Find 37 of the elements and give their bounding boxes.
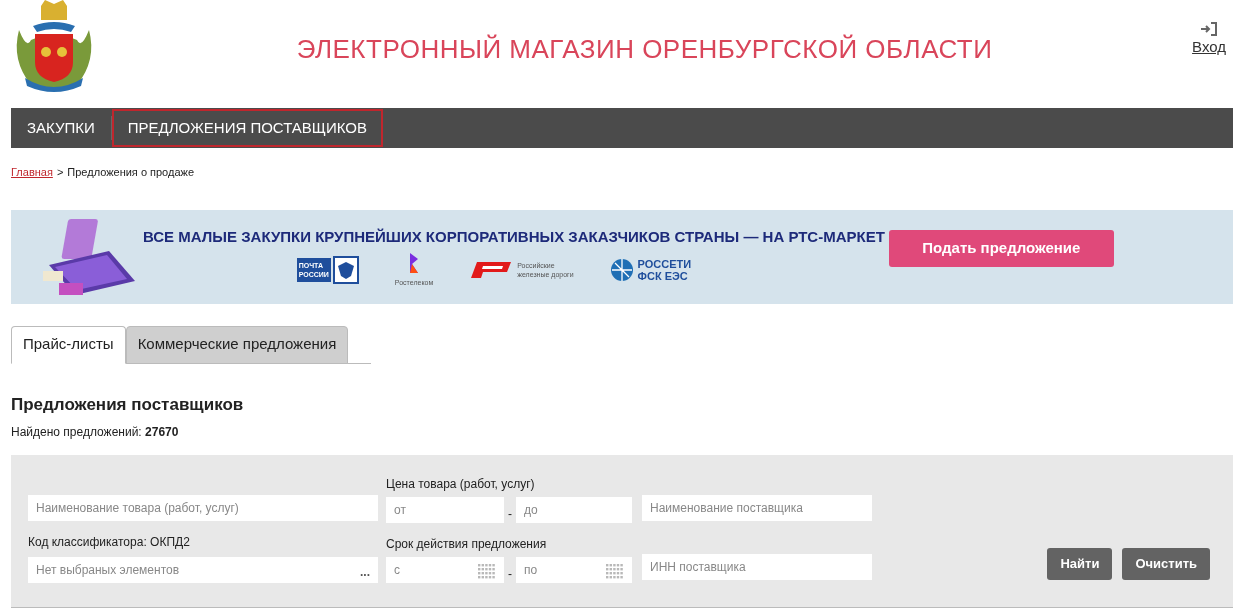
placeholder-text: Нет выбраных элементов [36, 562, 180, 579]
field-label: Код классификатора: ОКПД2 [28, 534, 191, 551]
banner-headline: ВСЕ МАЛЫЕ ЗАКУПКИ КРУПНЕЙШИХ КОРПОРАТИВНЫХ ЗАКАЗЧИКОВ СТРАНЫ — НА РТС-МАРКЕТ [143, 226, 885, 247]
classifier-field[interactable]: Нет выбраных элементов ... [28, 557, 378, 583]
range-dash: - [508, 506, 512, 523]
logo-text: РОССЕТИ ФСК ЕЭС [637, 257, 692, 282]
range-dash: - [508, 566, 512, 583]
search-button[interactable]: Найти [1047, 548, 1113, 580]
tab[interactable]: Прайс-листы [11, 325, 126, 364]
rail-logo-icon [469, 259, 514, 280]
clear-button[interactable]: Очистить [1122, 548, 1210, 580]
nav-tab[interactable]: ПРЕДЛОЖЕНИЯ ПОСТАВЩИКОВ [111, 109, 383, 147]
login-icon [1201, 22, 1218, 36]
tab[interactable]: Коммерческие предложения [125, 325, 349, 364]
calendar-icon[interactable] [606, 564, 624, 580]
breadcrumb-link[interactable]: Главная [11, 164, 53, 181]
input-field[interactable]: с [386, 557, 504, 583]
input-field[interactable]: ИНН поставщика [642, 554, 872, 580]
login-link[interactable]: Вход [1192, 22, 1226, 59]
site-title: ЭЛЕКТРОННЫЙ МАГАЗИН ОРЕНБУРГСКОЙ ОБЛАСТИ [296, 33, 993, 66]
more-button[interactable]: ... [360, 563, 370, 581]
nav-tab[interactable]: ЗАКУПКИ [11, 109, 111, 147]
section-heading: Предложения поставщиков [11, 393, 245, 416]
breadcrumb-current: Предложения о продаже [67, 165, 194, 180]
calendar-icon[interactable] [478, 564, 496, 580]
input-field[interactable]: по [516, 557, 632, 583]
submit-offer-button[interactable]: Подать предложение [888, 230, 1114, 267]
input-field[interactable]: до [516, 497, 632, 523]
input-field[interactable]: Наименование товара (работ, услуг) [28, 495, 378, 521]
field-label: Цена товара (работ, услуг) [386, 476, 536, 493]
input-field[interactable]: Наименование поставщика [642, 495, 872, 521]
input-field[interactable]: от [386, 497, 504, 523]
globe-icon [609, 257, 634, 282]
found-count: Найдено предложений: 27670 [11, 424, 180, 441]
eagle-emblem-icon [332, 255, 359, 284]
breadcrumb-separator: > [56, 165, 64, 180]
field-label: Срок действия предложения [386, 536, 548, 553]
